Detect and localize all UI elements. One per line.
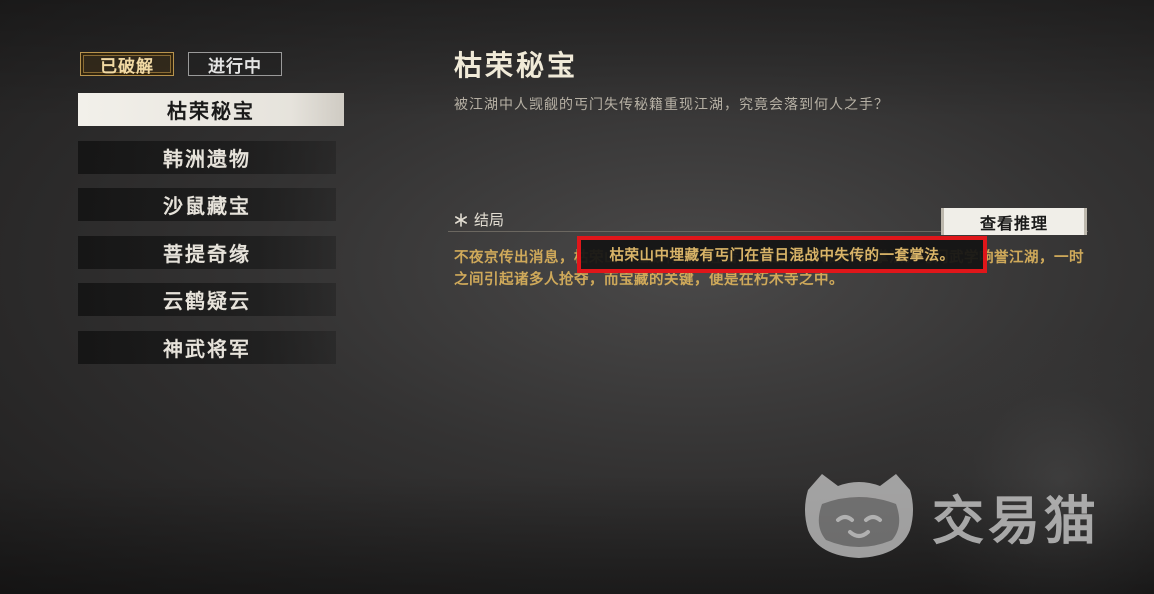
snowflake-icon [454,212,467,227]
watermark: 交易猫 [800,470,1100,562]
ending-section-header: 结局 [454,209,504,230]
ending-section-label: 结局 [474,211,505,229]
view-reasoning-button[interactable]: 查看推理 [941,208,1087,235]
status-tabs: 已破解 进行中 [80,52,282,77]
watermark-text: 交易猫 [932,491,1101,552]
case-item-hanzhou[interactable]: 韩洲遗物 [78,140,336,174]
case-item-shenwu[interactable]: 神武将军 [78,330,336,364]
tab-solved[interactable]: 已破解 [80,52,174,77]
cat-logo-icon [805,474,913,558]
case-item-kurong[interactable]: 枯荣秘宝 [78,93,344,126]
tab-in-progress[interactable]: 进行中 [188,52,282,77]
case-item-puti[interactable]: 菩提奇缘 [78,235,336,269]
case-description: 被江湖中人觊觎的丐门失传秘籍重现江湖，究竟会落到何人之手？ [454,97,889,113]
case-list: 枯荣秘宝 韩洲遗物 沙鼠藏宝 菩提奇缘 云鹤疑云 神武将军 [78,93,344,378]
case-item-shashu[interactable]: 沙鼠藏宝 [78,188,336,221]
case-item-yunhe[interactable]: 云鹤疑云 [78,283,336,316]
highlight-box: 枯荣山中埋藏有丐门在昔日混战中失传的一套掌法。 [577,236,987,273]
case-title: 枯荣秘宝 [454,49,579,82]
